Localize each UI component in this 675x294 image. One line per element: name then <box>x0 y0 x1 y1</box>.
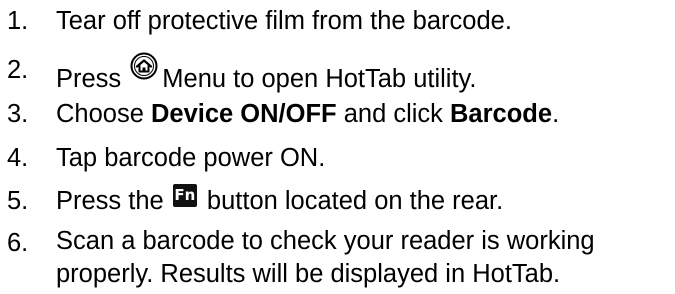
step-text-after: Menu to open HotTab utility. <box>162 65 477 93</box>
step-text: Tear off protective film from the barcod… <box>56 7 512 35</box>
step-text-line1: Scan a barcode to check your reader is w… <box>56 227 595 255</box>
step-text: Tap barcode power ON. <box>56 144 326 172</box>
step-text-part1: Choose <box>56 100 151 128</box>
step-number: 6. <box>7 229 29 257</box>
step-number: 3. <box>7 100 29 128</box>
step-text: Choose Device ON/OFF and click Barcode. <box>56 96 559 133</box>
step-number: 4. <box>7 144 29 172</box>
home-icon <box>130 52 158 80</box>
step-text-part2: and click <box>336 100 451 128</box>
step-text: Press the Fn button located on the rear. <box>56 183 503 220</box>
fn-key-label: Fn <box>174 186 196 204</box>
step-number: 2. <box>7 56 29 84</box>
step-text-after: button located on the rear. <box>206 187 504 215</box>
step-text: Press Menu to open HotTab utility. <box>56 52 477 98</box>
step-number: 1. <box>7 7 29 35</box>
step-text: Scan a barcode to check your reader is w… <box>56 225 595 291</box>
step-text-before: Press <box>56 65 122 93</box>
step-number: 5. <box>7 187 29 215</box>
device-on-off-label: Device ON/OFF <box>150 100 337 128</box>
fn-key-icon: Fn <box>172 184 197 207</box>
step-text-before: Press the <box>56 187 164 215</box>
step-text-part3: . <box>552 100 560 128</box>
barcode-label: Barcode <box>450 100 553 128</box>
step-text-line2: properly. Results will be displayed in H… <box>56 260 561 288</box>
